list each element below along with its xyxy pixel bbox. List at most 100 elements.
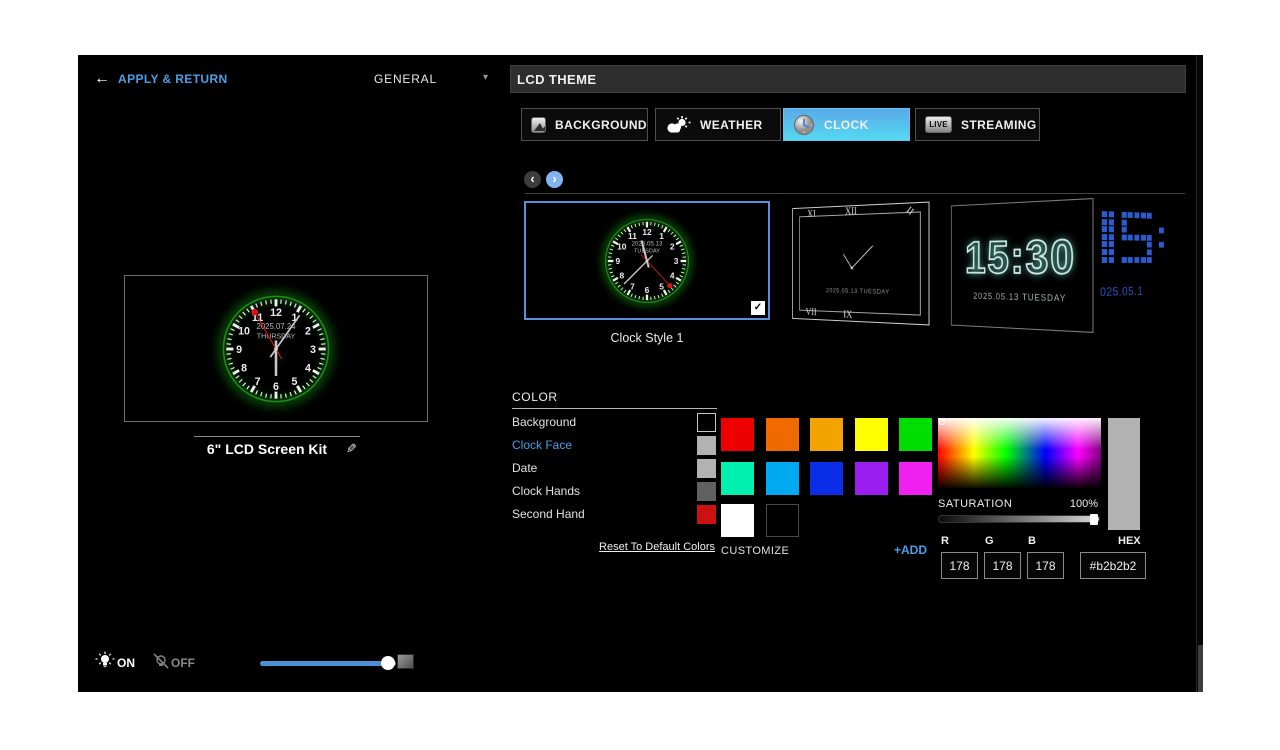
custom-swatch-white[interactable] xyxy=(721,504,754,537)
saturation-slider[interactable] xyxy=(938,515,1100,523)
current-color-bar xyxy=(1108,418,1140,530)
svg-text:6: 6 xyxy=(273,380,279,392)
preview-clock: 2025.07.24 THURSDAY 123456789101112 xyxy=(205,278,347,420)
tab-clock[interactable]: CLOCK xyxy=(783,108,910,141)
clock-icon xyxy=(793,114,815,136)
image-icon xyxy=(531,117,546,133)
custom-swatch-empty[interactable] xyxy=(766,504,799,537)
color-gradient-picker[interactable] xyxy=(938,418,1101,488)
backlight-on-label: ON xyxy=(117,656,135,670)
tab-clock-label: CLOCK xyxy=(824,118,869,132)
backlight-off-label: OFF xyxy=(171,656,195,670)
b-input[interactable] xyxy=(1027,552,1064,579)
carousel-next-button[interactable]: › xyxy=(546,171,563,188)
digital-date: 2025.05.13 TUESDAY xyxy=(973,291,1066,303)
svg-text:5: 5 xyxy=(291,375,297,387)
svg-text:9: 9 xyxy=(616,256,621,266)
pixel-time xyxy=(1102,211,1178,277)
svg-text:4: 4 xyxy=(670,270,675,280)
edit-name-icon[interactable]: ✎ xyxy=(346,441,357,457)
scrollbar[interactable] xyxy=(1196,55,1203,692)
tab-background[interactable]: BACKGROUND xyxy=(521,108,648,141)
hex-label: HEX xyxy=(1118,535,1141,547)
saturation-label: SATURATION xyxy=(938,498,1012,510)
svg-text:10: 10 xyxy=(238,325,250,337)
color-swatch-background[interactable] xyxy=(697,413,716,432)
saturation-slider-thumb[interactable] xyxy=(1090,514,1098,525)
palette-swatch[interactable] xyxy=(766,462,799,495)
back-arrow-icon: ← xyxy=(94,71,110,87)
carousel-divider xyxy=(525,193,1185,194)
brightness-end-box xyxy=(397,654,414,669)
page-title: LCD THEME xyxy=(511,72,596,87)
color-swatch-clock-hands[interactable] xyxy=(697,482,716,501)
color-swatch-clock-face[interactable] xyxy=(697,436,716,455)
clock-style-4-thumbnail[interactable]: 025.05.1 xyxy=(1100,203,1180,318)
brightness-slider[interactable] xyxy=(260,661,396,666)
color-row-date[interactable]: Date xyxy=(512,461,537,475)
palette-swatch[interactable] xyxy=(899,462,932,495)
app-window: ← APPLY & RETURN GENERAL ▾ LCD THEME BAC… xyxy=(78,55,1203,692)
palette-swatch[interactable] xyxy=(766,418,799,451)
backlight-off-icon[interactable] xyxy=(151,652,171,677)
svg-text:6: 6 xyxy=(645,285,650,295)
thumbnail-clock-preview: 2025.05.13 TUESDAY 123456789101112 xyxy=(591,205,703,317)
g-input[interactable] xyxy=(984,552,1021,579)
style-selected-checkbox[interactable]: ✓ xyxy=(751,301,765,315)
scrollbar-thumb[interactable] xyxy=(1198,645,1203,692)
live-icon: LIVE xyxy=(925,116,952,133)
color-section-divider xyxy=(512,408,717,409)
svg-text:5: 5 xyxy=(659,281,664,291)
clock-style-caption: Clock Style 1 xyxy=(524,331,770,345)
add-color-button[interactable]: +ADD xyxy=(894,543,927,557)
color-row-clock-face[interactable]: Clock Face xyxy=(512,438,572,452)
apply-return-button[interactable]: ← APPLY & RETURN xyxy=(94,71,228,87)
palette-swatch[interactable] xyxy=(899,418,932,451)
hex-input[interactable] xyxy=(1080,552,1146,579)
carousel-prev-button[interactable]: ‹ xyxy=(524,171,541,188)
svg-text:8: 8 xyxy=(241,362,247,374)
gradient-marker[interactable] xyxy=(939,419,945,425)
tab-weather-label: WEATHER xyxy=(700,118,763,132)
palette-swatch[interactable] xyxy=(721,462,754,495)
roman-clock-hands xyxy=(793,203,929,325)
color-swatch-date[interactable] xyxy=(697,459,716,478)
preview-clock-day: THURSDAY xyxy=(257,332,296,340)
palette-swatch[interactable] xyxy=(855,462,888,495)
color-row-background[interactable]: Background xyxy=(512,415,576,429)
r-input[interactable] xyxy=(941,552,978,579)
clock-style-3-thumbnail[interactable]: 15:30 2025.05.13 TUESDAY xyxy=(951,198,1094,333)
color-row-second-hand[interactable]: Second Hand xyxy=(512,507,585,521)
color-row-clock-hands[interactable]: Clock Hands xyxy=(512,484,580,498)
color-section-title: COLOR xyxy=(512,390,558,404)
svg-text:12: 12 xyxy=(642,226,652,236)
g-label: G xyxy=(985,535,994,547)
svg-text:2: 2 xyxy=(305,325,311,337)
tab-weather[interactable]: WEATHER xyxy=(655,108,781,141)
color-swatch-second-hand[interactable] xyxy=(697,505,716,524)
svg-text:10: 10 xyxy=(617,241,627,251)
tab-streaming[interactable]: LIVE STREAMING xyxy=(915,108,1040,141)
clock-style-2-thumbnail[interactable]: XI XII II VII IX 2025.05.13 TUESDAY xyxy=(792,202,929,326)
customize-label: CUSTOMIZE xyxy=(721,545,789,557)
digital-time: 15:30 xyxy=(965,228,1076,285)
general-dropdown[interactable]: GENERAL ▾ xyxy=(358,67,488,91)
lcd-preview: 2025.07.24 THURSDAY 123456789101112 xyxy=(124,275,428,422)
device-label-divider xyxy=(194,436,360,437)
reset-default-colors-link[interactable]: Reset To Default Colors xyxy=(515,541,715,553)
r-label: R xyxy=(941,535,949,547)
svg-text:2: 2 xyxy=(670,241,675,251)
clock-style-1-thumbnail[interactable]: 2025.05.13 TUESDAY 123456789101112 ✓ xyxy=(524,201,770,320)
b-label: B xyxy=(1028,535,1036,547)
svg-text:7: 7 xyxy=(630,281,635,291)
chevron-down-icon: ▾ xyxy=(483,72,488,83)
brightness-slider-thumb[interactable] xyxy=(381,656,395,670)
backlight-on-icon[interactable] xyxy=(95,651,115,678)
palette-swatch[interactable] xyxy=(855,418,888,451)
svg-text:1: 1 xyxy=(659,230,664,240)
tab-background-label: BACKGROUND xyxy=(555,118,647,132)
svg-text:3: 3 xyxy=(310,343,316,355)
palette-swatch[interactable] xyxy=(810,462,843,495)
palette-swatch[interactable] xyxy=(721,418,754,451)
palette-swatch[interactable] xyxy=(810,418,843,451)
